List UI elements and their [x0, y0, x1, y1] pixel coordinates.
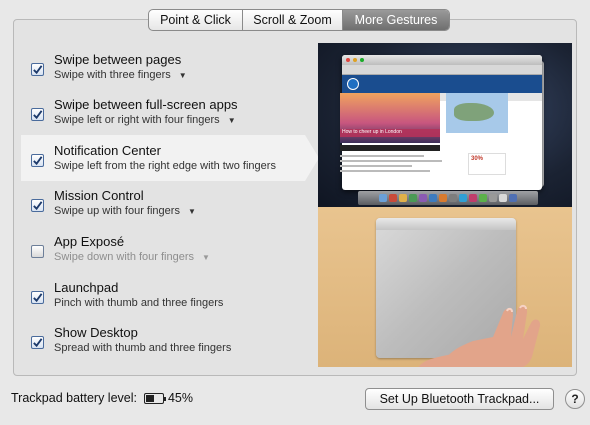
mission-control-checkbox[interactable]: [31, 199, 44, 212]
gesture-notification-center[interactable]: Notification Center Swipe left from the …: [21, 135, 319, 181]
gesture-swipe-pages: Swipe between pages Swipe with three fin…: [24, 44, 284, 90]
gesture-swipe-fullscreen: Swipe between full-screen apps Swipe lef…: [24, 89, 284, 135]
gesture-mission-control: Mission Control Swipe up with four finge…: [24, 180, 284, 226]
gesture-subtitle-menu[interactable]: Swipe left or right with four fingers ▼: [54, 114, 236, 126]
battery-percent: 45%: [167, 391, 194, 405]
tab-scroll-zoom[interactable]: Scroll & Zoom: [243, 10, 343, 30]
gesture-subtitle: Pinch with thumb and three fingers: [54, 297, 223, 309]
gesture-title: Notification Center: [54, 143, 161, 158]
show-desktop-checkbox[interactable]: [31, 336, 44, 349]
gesture-title: Show Desktop: [54, 325, 138, 340]
battery-fill: [145, 394, 155, 402]
checkmark-icon: [33, 156, 43, 166]
setup-bluetooth-trackpad-button[interactable]: Set Up Bluetooth Trackpad...: [365, 388, 554, 410]
swipe-fullscreen-checkbox[interactable]: [31, 108, 44, 121]
gesture-title: Swipe between full-screen apps: [54, 97, 238, 112]
preview-dock: [358, 191, 538, 205]
gesture-subtitle: Swipe up with four fingers: [54, 205, 180, 217]
gesture-subtitle: Swipe left from the right edge with two …: [54, 160, 276, 172]
preview-window-tabs: [342, 65, 542, 75]
swipe-pages-checkbox[interactable]: [31, 63, 44, 76]
preview-promo-box: 30%: [468, 153, 506, 175]
preview-hero-caption: How to cheer up in London: [340, 129, 440, 137]
gesture-subtitle-menu[interactable]: Swipe up with four fingers ▼: [54, 205, 196, 217]
preview-thumbnail-strip: [340, 145, 440, 151]
notification-center-checkbox[interactable]: [31, 154, 44, 167]
battery-icon: [143, 392, 166, 404]
chevron-down-icon: ▼: [187, 206, 196, 216]
gesture-subtitle: Swipe left or right with four fingers: [54, 114, 220, 126]
gesture-subtitle-text: Pinch with thumb and three fingers: [54, 297, 224, 309]
checkmark-icon: [33, 65, 43, 75]
gesture-subtitle-menu[interactable]: Swipe with three fingers ▼: [54, 69, 187, 81]
tab-point-click[interactable]: Point & Click: [149, 10, 243, 30]
settings-panel: Swipe between pages Swipe with three fin…: [13, 19, 577, 376]
chevron-down-icon: ▼: [178, 70, 187, 80]
preview-window-titlebar: [342, 55, 542, 65]
checkmark-icon: [33, 201, 43, 211]
gesture-title: App Exposé: [54, 234, 125, 249]
checkmark-icon: [33, 338, 43, 348]
tab-bar: Point & Click Scroll & Zoom More Gesture…: [148, 9, 450, 31]
chevron-down-icon: ▼: [202, 252, 210, 262]
gesture-subtitle-text: Spread with thumb and three fingers: [54, 342, 232, 354]
checkmark-icon: [33, 293, 43, 303]
launchpad-checkbox[interactable]: [31, 291, 44, 304]
preview-site-header: [342, 75, 542, 93]
gesture-launchpad: Launchpad Pinch with thumb and three fin…: [24, 272, 284, 318]
help-button[interactable]: ?: [565, 389, 585, 409]
lonely-planet-logo-icon: [347, 78, 359, 90]
gesture-preview-video: How to cheer up in London 30%: [318, 43, 572, 367]
battery-label-text: Trackpad battery level:: [11, 391, 137, 405]
preview-world-map: [446, 93, 508, 133]
chevron-down-icon: ▼: [227, 115, 236, 125]
app-expose-checkbox[interactable]: [31, 245, 44, 258]
gesture-title: Launchpad: [54, 280, 119, 295]
battery-status: Trackpad battery level: 45%: [11, 391, 193, 405]
gesture-show-desktop: Show Desktop Spread with thumb and three…: [24, 317, 284, 363]
hand-icon: [418, 304, 541, 367]
preview-screen: How to cheer up in London 30%: [318, 43, 572, 207]
gesture-subtitle-menu[interactable]: Swipe down with four fingers ▼: [54, 251, 210, 263]
gesture-subtitle: Spread with thumb and three fingers: [54, 342, 231, 354]
gesture-title: Mission Control: [54, 188, 144, 203]
gesture-subtitle: Swipe with three fingers: [54, 69, 171, 81]
gesture-subtitle-text: Swipe left from the right edge with two …: [54, 160, 276, 172]
tab-more-gestures[interactable]: More Gestures: [343, 10, 449, 30]
gesture-title: Swipe between pages: [54, 52, 182, 67]
preview-promo-text: 30%: [471, 156, 484, 162]
preview-text-lines: [340, 155, 460, 175]
gesture-app-expose: App Exposé Swipe down with four fingers …: [24, 226, 284, 272]
gesture-subtitle: Swipe down with four fingers: [54, 251, 195, 263]
checkmark-icon: [33, 110, 43, 120]
